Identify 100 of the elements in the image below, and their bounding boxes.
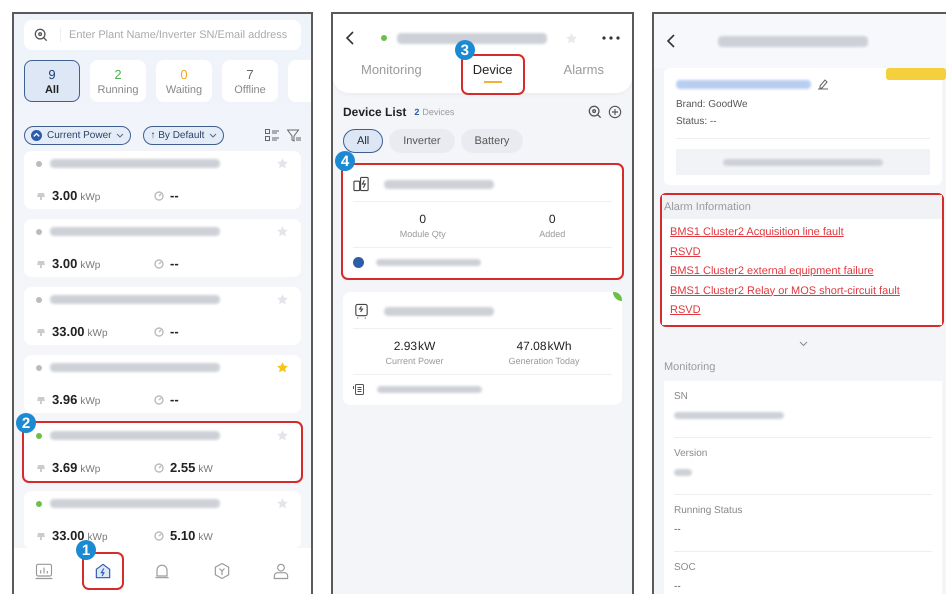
tab-count: 9 (48, 66, 56, 82)
inverter-icon (353, 302, 370, 320)
status-tab[interactable]: 7 Offline (222, 60, 278, 102)
capacity-unit: kWp (80, 260, 100, 271)
stat-label: Module Qty (400, 229, 446, 239)
star-icon[interactable] (276, 429, 289, 442)
search-icon[interactable] (34, 28, 48, 42)
solar-panel-icon (36, 394, 46, 404)
alarm-link[interactable]: RSVD (670, 244, 934, 260)
alarm-link[interactable]: BMS1 Cluster2 external equipment failure (670, 264, 934, 280)
add-icon[interactable] (608, 105, 622, 119)
power-unit: kW (198, 532, 213, 543)
alarm-link[interactable]: RSVD (670, 303, 934, 318)
list-view-icon[interactable] (265, 129, 279, 142)
solar-panel-icon (36, 258, 46, 268)
filter-chip[interactable]: All (343, 129, 384, 153)
step-number-badge: 2 (16, 413, 36, 433)
device-count: 2 Devices (414, 107, 454, 117)
filter-dropdown[interactable]: Current Power (24, 126, 132, 145)
edit-icon[interactable] (817, 78, 829, 90)
capacity-unit: kWp (88, 532, 108, 543)
capacity-value: 33.00 (52, 324, 85, 339)
device-card[interactable]: 0 Module Qty 0 Added (343, 165, 622, 278)
more-icon[interactable] (602, 36, 620, 40)
caret-icon (116, 133, 124, 138)
status-tab[interactable]: 9 All (24, 60, 80, 102)
brand-text: Brand: GoodWe (676, 98, 749, 112)
search-icon[interactable] (588, 105, 602, 119)
tab-label: Waiting (166, 84, 202, 96)
caret-icon (209, 133, 218, 138)
star-icon[interactable] (276, 293, 289, 306)
tab-label: Running (98, 84, 138, 96)
filter-chip[interactable]: Inverter (389, 129, 455, 153)
star-icon[interactable] (276, 497, 289, 510)
filter-dropdown[interactable]: ↑ By Default (143, 126, 224, 145)
stat-label: Generation Today (508, 356, 580, 366)
solar-panel-icon (36, 530, 46, 540)
status-badge (886, 68, 946, 80)
solar-panel-icon (36, 190, 46, 200)
alarm-link[interactable]: BMS1 Cluster2 Relay or MOS short-circuit fault (670, 284, 934, 299)
tab-label: Offline (234, 84, 266, 96)
power-value: -- (170, 188, 179, 203)
stat-unit: kW (418, 339, 436, 353)
stat-label: Current Power (386, 356, 444, 366)
stat-label: Added (539, 229, 566, 239)
capacity-unit: kWp (88, 328, 108, 339)
field-label: SN (674, 390, 689, 402)
alarm-link[interactable]: BMS1 Cluster2 Acquisition line fault (670, 225, 934, 240)
star-icon[interactable] (276, 361, 289, 374)
section-title: Monitoring (663, 360, 716, 374)
step-number-badge: 3 (454, 40, 475, 60)
house-icon (93, 561, 114, 581)
filter-chip[interactable]: Battery (460, 129, 524, 153)
tab[interactable]: Device (462, 56, 522, 93)
power-value: -- (170, 392, 179, 407)
stat-value: 2.93 (394, 339, 418, 353)
stat-value: 0 (548, 212, 556, 226)
back-icon[interactable] (666, 34, 676, 48)
star-icon[interactable] (276, 157, 289, 170)
tab-label: All (44, 84, 60, 96)
chevron-down-icon[interactable] (798, 340, 808, 346)
star-icon[interactable] (276, 225, 289, 238)
section-title: Device List (343, 105, 406, 119)
chart-icon (34, 561, 54, 581)
field-label: Running Status (674, 504, 744, 516)
solar-panel-icon (36, 326, 46, 336)
capacity-value: 3.00 (52, 256, 78, 271)
step-number-badge: 4 (335, 151, 355, 171)
field-value: -- (674, 524, 682, 534)
solar-panel-icon (36, 462, 46, 472)
plant-card[interactable]: 3.00 kWp -- (24, 151, 301, 209)
stat-value: 0 (419, 212, 426, 226)
plant-card[interactable]: 3.00 kWp -- (24, 219, 301, 277)
tab-count: 2 (114, 66, 122, 82)
field-value: -- (674, 580, 682, 592)
person-icon (271, 561, 292, 581)
status-tab[interactable]: 0 Waiting (156, 60, 212, 102)
power-unit: kW (198, 464, 213, 475)
capacity-value: 33.00 (52, 528, 85, 543)
field-value-redacted (674, 468, 692, 476)
capacity-value: 3.00 (52, 188, 78, 203)
power-value: 2.55 (170, 460, 196, 475)
filter-icon[interactable] (287, 129, 301, 142)
status-text: Status: -- (676, 115, 718, 129)
field-label: Version (674, 448, 708, 458)
plant-card[interactable]: 33.00 kWp -- (24, 287, 301, 345)
capacity-unit: kWp (80, 396, 100, 407)
power-value: -- (170, 324, 179, 339)
capacity-unit: kWp (80, 464, 100, 475)
step-number-badge: 1 (76, 540, 96, 560)
back-icon[interactable] (345, 31, 355, 45)
capacity-value: 3.96 (52, 392, 78, 407)
tab-count: 7 (246, 66, 254, 82)
stat-unit: kWh (548, 339, 572, 353)
capacity-unit: kWp (80, 192, 100, 203)
search-field[interactable]: Enter Plant Name/Inverter SN/Email address (24, 20, 301, 50)
plant-card[interactable]: 3.96 kWp -- (24, 355, 301, 413)
status-tab[interactable]: 2 Running (90, 60, 146, 102)
device-card[interactable]: 2.93kW Current Power 47.08kWh Generation Today (343, 292, 622, 405)
field-label: SOC (674, 562, 697, 572)
